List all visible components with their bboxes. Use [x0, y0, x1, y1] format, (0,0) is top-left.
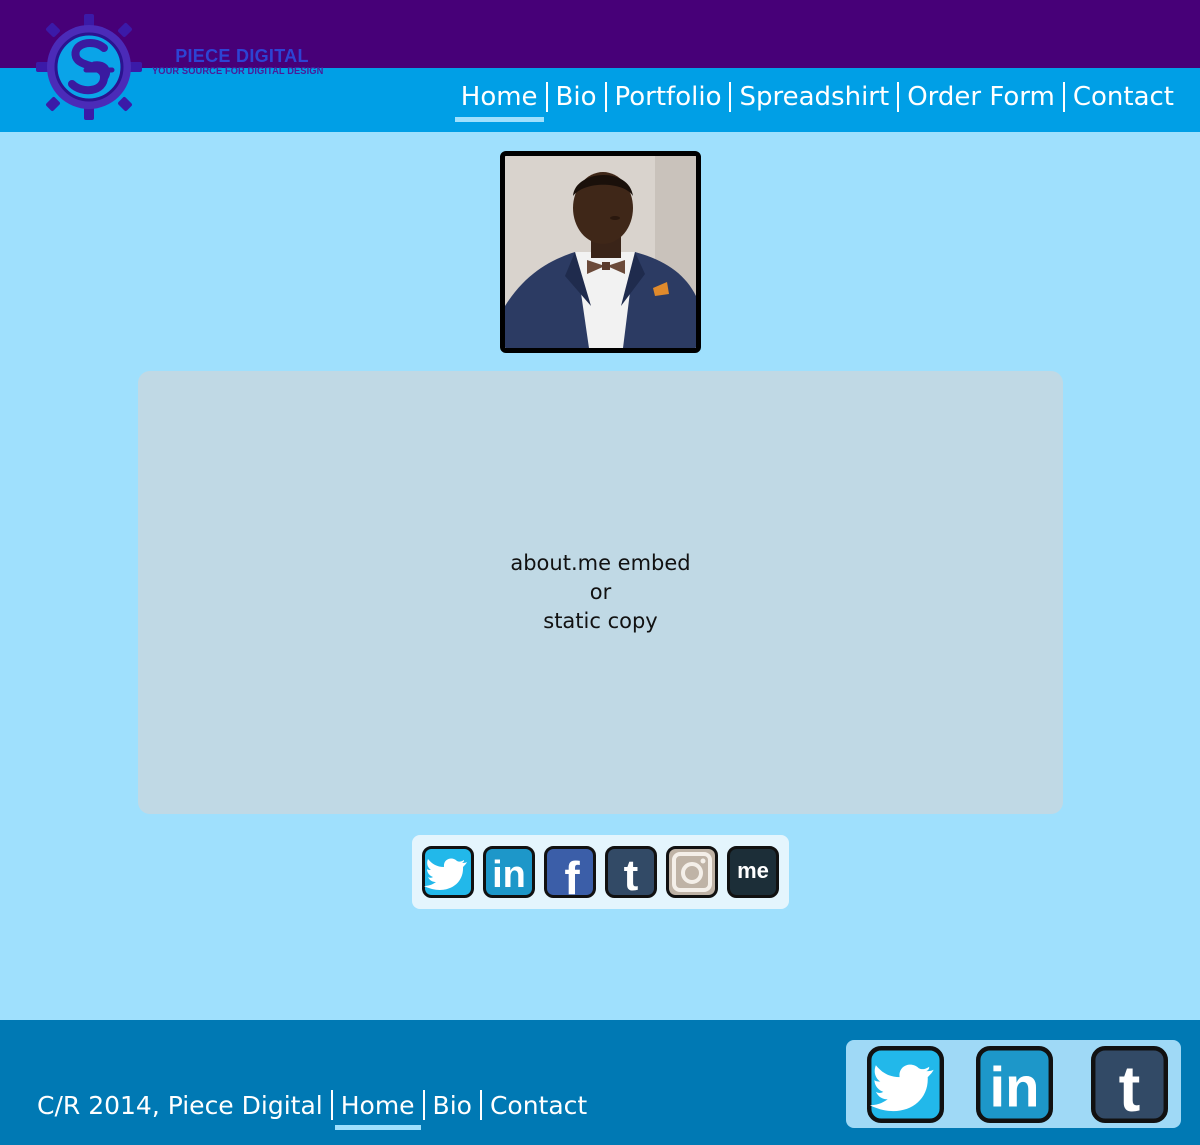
- tumblr-icon[interactable]: t: [1091, 1046, 1168, 1123]
- nav-separator: [897, 82, 900, 112]
- nav-separator: [604, 82, 607, 112]
- nav-separator: [545, 82, 548, 112]
- twitter-icon[interactable]: [867, 1046, 944, 1123]
- footer-separator: [479, 1090, 482, 1120]
- profile-photo-illustration: [505, 156, 696, 348]
- linkedin-icon[interactable]: in: [976, 1046, 1053, 1123]
- nav-spreadshirt[interactable]: Spreadshirt: [733, 82, 895, 112]
- logo-emblem[interactable]: [34, 12, 144, 122]
- footer-links: C/R 2014, Piece Digital Home Bio Contact: [37, 1083, 593, 1130]
- svg-text:in: in: [492, 854, 526, 896]
- footer-link-bio[interactable]: Bio: [427, 1091, 478, 1120]
- brand-name: PIECE DIGITAL: [175, 46, 309, 66]
- svg-text:f: f: [564, 852, 580, 898]
- about-me-embed-placeholder: about.me embed or static copy: [138, 371, 1063, 814]
- tumblr-icon[interactable]: t: [605, 846, 657, 898]
- footer-link-contact[interactable]: Contact: [484, 1091, 593, 1120]
- social-links-bar: in f t me: [412, 835, 789, 909]
- footer-separator: [422, 1090, 425, 1120]
- instagram-icon[interactable]: [666, 846, 718, 898]
- main-nav: Home Bio Portfolio Spreadshirt Order For…: [454, 74, 1180, 122]
- nav-portfolio[interactable]: Portfolio: [609, 82, 728, 112]
- nav-separator: [729, 82, 732, 112]
- embed-line-3: static copy: [543, 609, 658, 633]
- nav-order-form[interactable]: Order Form: [901, 82, 1061, 112]
- nav-separator: [1062, 82, 1065, 112]
- footer-link-home[interactable]: Home: [334, 1091, 421, 1130]
- nav-contact[interactable]: Contact: [1067, 82, 1180, 112]
- aboutme-icon[interactable]: me: [727, 846, 779, 898]
- profile-photo: [500, 151, 701, 353]
- svg-text:t: t: [624, 851, 639, 898]
- svg-text:in: in: [990, 1056, 1040, 1119]
- footer-separator: [330, 1090, 333, 1120]
- embed-line-2: or: [589, 580, 612, 604]
- nav-bio[interactable]: Bio: [550, 82, 603, 112]
- svg-text:me: me: [737, 858, 769, 883]
- footer-social-bar: in t: [846, 1040, 1181, 1128]
- brand-block: PIECE DIGITAL YOUR SOURCE FOR DIGITAL DE…: [152, 46, 332, 77]
- facebook-icon[interactable]: f: [544, 846, 596, 898]
- embed-placeholder-text: about.me embed or static copy: [510, 549, 690, 636]
- embed-line-1: about.me embed: [510, 551, 691, 575]
- twitter-icon[interactable]: [422, 846, 474, 898]
- nav-home[interactable]: Home: [454, 82, 544, 122]
- linkedin-icon[interactable]: in: [483, 846, 535, 898]
- copyright-text: C/R 2014, Piece Digital: [37, 1090, 323, 1120]
- svg-text:t: t: [1119, 1052, 1141, 1123]
- brand-tagline: YOUR SOURCE FOR DIGITAL DESIGN: [152, 66, 324, 77]
